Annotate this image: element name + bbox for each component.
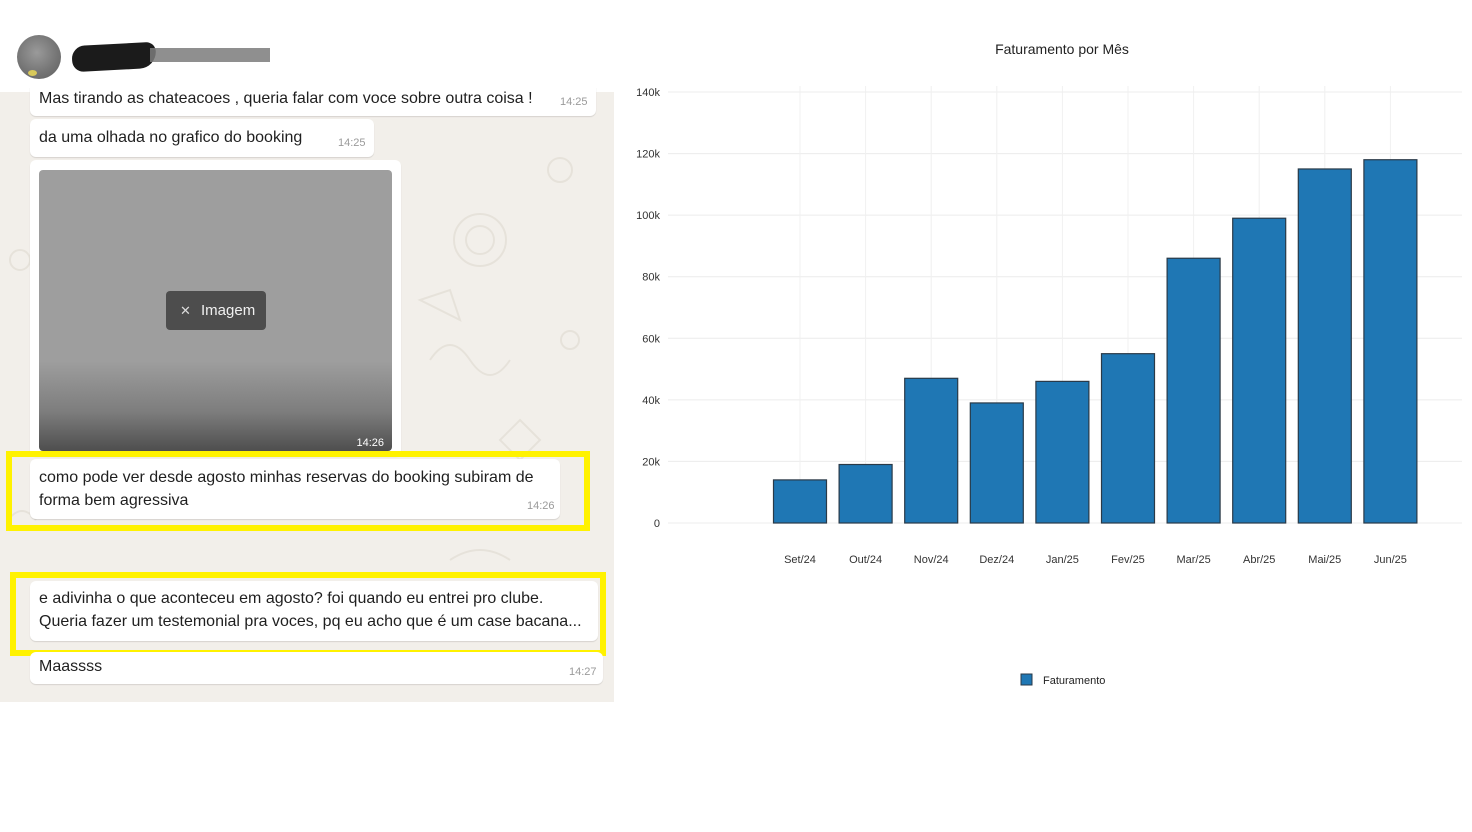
x-tick-label: Abr/25	[1243, 554, 1275, 566]
message-time: 14:25	[560, 96, 588, 108]
bar[interactable]	[1166, 257, 1221, 524]
x-tick-label: Dez/24	[979, 554, 1014, 566]
message-text: Maassss	[39, 658, 103, 675]
image-badge-label: Imagem	[201, 302, 256, 319]
x-tick-label: Jun/25	[1374, 554, 1407, 566]
contact-name[interactable]	[150, 48, 270, 62]
bar[interactable]	[772, 479, 828, 524]
bar[interactable]	[1232, 217, 1287, 524]
message-text: Mas tirando as chateacoes , queria falar…	[39, 90, 533, 107]
y-tick-label: 140k	[636, 87, 660, 99]
y-tick-label: 80k	[642, 272, 660, 284]
x-tick-label: Fev/25	[1111, 554, 1145, 566]
message-bubble[interactable]: Maassss 14:27	[30, 652, 603, 684]
bar[interactable]	[838, 463, 893, 524]
avatar-status-dot	[28, 70, 37, 76]
x-axis-ticks: Set/24 Out/24 Nov/24 Dez/24 Jan/25 Fev/25 Mar/…	[784, 554, 1407, 566]
x-tick-label: Out/24	[849, 554, 882, 566]
message-text: da uma olhada no grafico do booking	[39, 129, 303, 146]
y-tick-label: 120k	[636, 149, 660, 161]
legend-label: Faturamento	[1043, 675, 1105, 687]
y-tick-label: 100k	[636, 210, 660, 222]
message-bubble[interactable]: Mas tirando as chateacoes , queria falar…	[30, 78, 596, 116]
chart-bars	[772, 159, 1418, 524]
y-tick-label: 60k	[642, 333, 660, 345]
bar[interactable]	[1035, 380, 1090, 524]
avatar[interactable]	[17, 35, 61, 79]
chat-panel: Mas tirando as chateacoes , queria falar…	[0, 0, 614, 702]
bar[interactable]	[904, 377, 959, 524]
revenue-bar-chart: Faturamento por Mês 0 20k 40k 60k 80k 100k 120…	[636, 41, 1462, 687]
legend-swatch	[1020, 673, 1033, 686]
chart-panel: Faturamento por Mês 0 20k 40k 60k 80k 100k 120…	[614, 0, 1472, 702]
x-tick-label: Mai/25	[1308, 554, 1341, 566]
x-tick-label: Jan/25	[1046, 554, 1079, 566]
image-time: 14:26	[356, 437, 384, 449]
highlight-box	[10, 572, 606, 656]
x-tick-label: Set/24	[784, 554, 816, 566]
close-icon: ✕	[180, 303, 191, 318]
bar[interactable]	[1297, 168, 1352, 524]
bar[interactable]	[1100, 353, 1156, 524]
contact-name-redaction	[71, 41, 157, 73]
image-badge[interactable]: ✕ Imagem	[166, 291, 266, 330]
image-message-bubble[interactable]: ✕ Imagem 14:26	[30, 160, 401, 456]
message-time: 14:27	[569, 666, 597, 678]
chart-legend[interactable]: Faturamento	[1020, 673, 1105, 687]
y-tick-label: 40k	[642, 395, 660, 407]
x-tick-label: Nov/24	[914, 554, 949, 566]
message-bubble[interactable]: da uma olhada no grafico do booking 14:2…	[30, 119, 374, 157]
bar[interactable]	[969, 402, 1024, 524]
image-placeholder[interactable]: ✕ Imagem 14:26	[39, 170, 392, 451]
chart-title: Faturamento por Mês	[995, 41, 1129, 57]
highlight-box	[6, 451, 590, 531]
message-time: 14:25	[338, 137, 366, 149]
bar[interactable]	[1363, 159, 1418, 524]
y-axis-ticks: 0 20k 40k 60k 80k 100k 120k 140k	[636, 87, 660, 530]
y-tick-label: 0	[654, 518, 660, 530]
x-tick-label: Mar/25	[1176, 554, 1210, 566]
y-tick-label: 20k	[642, 456, 660, 468]
